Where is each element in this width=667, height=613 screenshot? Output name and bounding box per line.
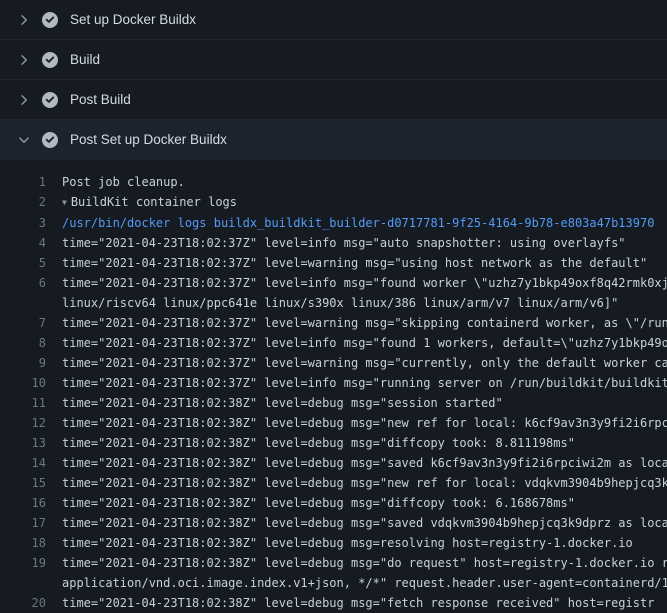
line-number[interactable]: 5: [0, 253, 46, 273]
line-text: time="2021-04-23T18:02:38Z" level=debug …: [62, 433, 667, 453]
line-text: time="2021-04-23T18:02:38Z" level=debug …: [62, 593, 667, 613]
line-text: time="2021-04-23T18:02:38Z" level=debug …: [62, 513, 667, 533]
log-line: 20 time="2021-04-23T18:02:38Z" level=deb…: [0, 593, 667, 613]
log-line: 10 time="2021-04-23T18:02:37Z" level=inf…: [0, 373, 667, 393]
log-line: 4 time="2021-04-23T18:02:37Z" level=info…: [0, 233, 667, 253]
job-steps-list: Set up Docker Buildx Build P: [0, 0, 667, 160]
step-header-post-set-up-docker-buildx[interactable]: Post Set up Docker Buildx: [0, 120, 667, 160]
log-line: 17 time="2021-04-23T18:02:38Z" level=deb…: [0, 513, 667, 533]
log-line: 12 time="2021-04-23T18:02:38Z" level=deb…: [0, 413, 667, 433]
line-number[interactable]: [0, 293, 46, 313]
chevron-icon: [16, 12, 32, 28]
line-number[interactable]: 10: [0, 373, 46, 393]
actions-log-viewer: Set up Docker Buildx Build P: [0, 0, 667, 613]
line-number[interactable]: 2: [0, 192, 46, 213]
log-line: 1 Post job cleanup.: [0, 172, 667, 192]
line-number[interactable]: [0, 573, 46, 593]
check-circle-icon: [42, 132, 58, 148]
log-line: 11 time="2021-04-23T18:02:38Z" level=deb…: [0, 393, 667, 413]
check-circle-icon: [42, 12, 58, 28]
log-line: application/vnd.oci.image.index.v1+json,…: [0, 573, 667, 593]
line-text: Post job cleanup.: [62, 172, 667, 192]
line-number[interactable]: 20: [0, 593, 46, 613]
line-text: time="2021-04-23T18:02:38Z" level=debug …: [62, 453, 667, 473]
log-line: 7 time="2021-04-23T18:02:37Z" level=warn…: [0, 313, 667, 333]
line-number[interactable]: 7: [0, 313, 46, 333]
step-title: Set up Docker Buildx: [70, 12, 196, 27]
log-line: 14 time="2021-04-23T18:02:38Z" level=deb…: [0, 453, 667, 473]
line-text: /usr/bin/docker logs buildx_buildkit_bui…: [62, 213, 667, 233]
line-number[interactable]: 8: [0, 333, 46, 353]
line-number[interactable]: 1: [0, 172, 46, 192]
log-line: 5 time="2021-04-23T18:02:37Z" level=warn…: [0, 253, 667, 273]
step-title: Post Set up Docker Buildx: [70, 132, 227, 147]
line-text: application/vnd.oci.image.index.v1+json,…: [62, 573, 667, 593]
chevron-icon: [16, 132, 32, 148]
log-line: 6 time="2021-04-23T18:02:37Z" level=info…: [0, 273, 667, 293]
line-text: time="2021-04-23T18:02:38Z" level=debug …: [62, 533, 667, 553]
log-line: 19 time="2021-04-23T18:02:38Z" level=deb…: [0, 553, 667, 573]
line-number[interactable]: 16: [0, 493, 46, 513]
line-text: ▼BuildKit container logs: [62, 192, 667, 213]
log-line: 16 time="2021-04-23T18:02:38Z" level=deb…: [0, 493, 667, 513]
line-number[interactable]: 17: [0, 513, 46, 533]
line-text: time="2021-04-23T18:02:37Z" level=info m…: [62, 233, 667, 253]
log-line: 15 time="2021-04-23T18:02:38Z" level=deb…: [0, 473, 667, 493]
line-text: time="2021-04-23T18:02:37Z" level=warnin…: [62, 353, 667, 373]
line-text: time="2021-04-23T18:02:38Z" level=debug …: [62, 493, 667, 513]
line-text: time="2021-04-23T18:02:38Z" level=debug …: [62, 553, 667, 573]
line-number[interactable]: 13: [0, 433, 46, 453]
line-text: linux/riscv64 linux/ppc641e linux/s390x …: [62, 293, 667, 313]
line-number[interactable]: 6: [0, 273, 46, 293]
line-number[interactable]: 14: [0, 453, 46, 473]
line-number[interactable]: 4: [0, 233, 46, 253]
group-toggle-icon[interactable]: ▼: [62, 193, 67, 213]
step-header-post-build[interactable]: Post Build: [0, 80, 667, 120]
line-number[interactable]: 15: [0, 473, 46, 493]
line-text: time="2021-04-23T18:02:37Z" level=warnin…: [62, 313, 667, 333]
chevron-icon: [16, 52, 32, 68]
log-line: 2 ▼BuildKit container logs: [0, 192, 667, 213]
chevron-icon: [16, 92, 32, 108]
line-number[interactable]: 19: [0, 553, 46, 573]
line-number[interactable]: 11: [0, 393, 46, 413]
step-title: Post Build: [70, 92, 131, 107]
log-line: linux/riscv64 linux/ppc641e linux/s390x …: [0, 293, 667, 313]
line-number[interactable]: 18: [0, 533, 46, 553]
log-line: 18 time="2021-04-23T18:02:38Z" level=deb…: [0, 533, 667, 553]
line-number[interactable]: 9: [0, 353, 46, 373]
line-text: time="2021-04-23T18:02:38Z" level=debug …: [62, 393, 667, 413]
line-text: time="2021-04-23T18:02:38Z" level=debug …: [62, 473, 667, 493]
line-text: time="2021-04-23T18:02:37Z" level=info m…: [62, 333, 667, 353]
line-number[interactable]: 3: [0, 213, 46, 233]
step-header-build[interactable]: Build: [0, 40, 667, 80]
log-lines: 1 Post job cleanup. 2 ▼BuildKit containe…: [0, 160, 667, 613]
line-text: time="2021-04-23T18:02:37Z" level=warnin…: [62, 253, 667, 273]
check-circle-icon: [42, 52, 58, 68]
log-line: 9 time="2021-04-23T18:02:37Z" level=warn…: [0, 353, 667, 373]
line-number[interactable]: 12: [0, 413, 46, 433]
log-line: 3 /usr/bin/docker logs buildx_buildkit_b…: [0, 213, 667, 233]
log-line: 13 time="2021-04-23T18:02:38Z" level=deb…: [0, 433, 667, 453]
line-text: time="2021-04-23T18:02:37Z" level=info m…: [62, 373, 667, 393]
check-circle-icon: [42, 92, 58, 108]
step-header-set-up-docker-buildx[interactable]: Set up Docker Buildx: [0, 0, 667, 40]
step-title: Build: [70, 52, 100, 67]
log-line: 8 time="2021-04-23T18:02:37Z" level=info…: [0, 333, 667, 353]
line-text: time="2021-04-23T18:02:37Z" level=info m…: [62, 273, 667, 293]
line-text: time="2021-04-23T18:02:38Z" level=debug …: [62, 413, 667, 433]
